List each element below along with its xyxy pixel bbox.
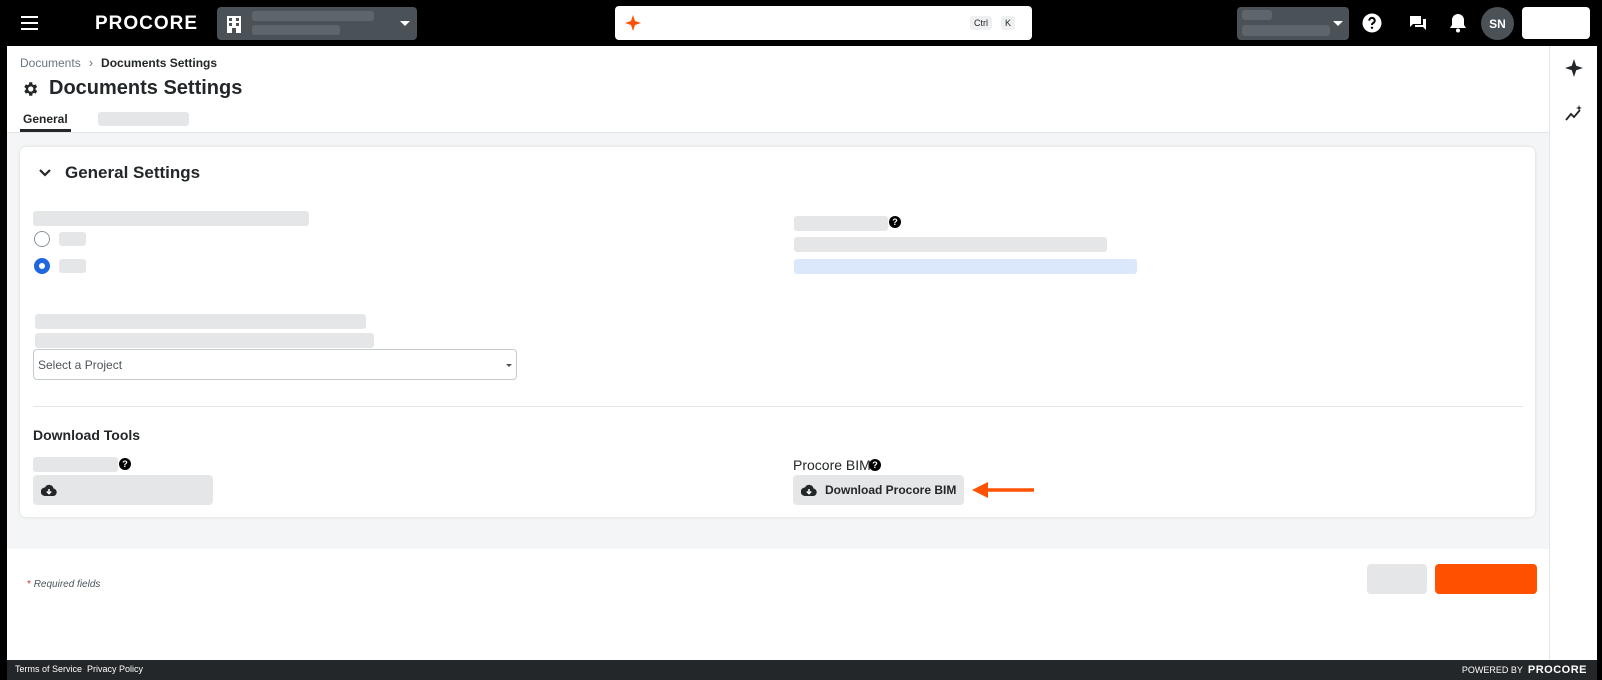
radio-option-1-label (59, 232, 86, 246)
company-picker[interactable] (1237, 7, 1349, 40)
general-settings-toggle[interactable]: General Settings (39, 163, 200, 183)
save-button[interactable] (1435, 564, 1537, 594)
cancel-button[interactable] (1367, 564, 1427, 594)
help-icon[interactable]: ? (889, 216, 901, 228)
app-frame: PROCORE Ctrl K SN Documents › Documents … (7, 0, 1597, 680)
building-icon (227, 16, 241, 33)
sparkle-icon (625, 15, 641, 31)
annotation-arrow-icon (972, 482, 1034, 498)
page-title-row: Documents Settings (21, 77, 242, 100)
chevron-down-icon (39, 169, 51, 177)
help-icon[interactable] (1360, 11, 1384, 35)
project-picker-line-2 (252, 25, 340, 35)
bottom-bar: Terms of Service Privacy Policy POWERED … (7, 660, 1597, 680)
breadcrumb-documents-link[interactable]: Documents (20, 56, 81, 70)
section-divider (33, 406, 1523, 407)
procore-logo[interactable]: PROCORE (95, 13, 198, 35)
user-avatar[interactable]: SN (1481, 7, 1514, 40)
radio-option-1[interactable] (34, 231, 50, 247)
chevron-down-icon (400, 21, 410, 26)
form-footer: * Required fields (7, 549, 1549, 660)
privacy-policy-link[interactable]: Privacy Policy (87, 664, 143, 674)
top-navigation-bar: PROCORE Ctrl K SN (7, 0, 1597, 46)
breadcrumb-current: Documents Settings (101, 55, 218, 70)
project-select[interactable]: Select a Project (33, 349, 517, 380)
download-procore-bim-label: Download Procore BIM (825, 483, 957, 497)
menu-icon[interactable] (21, 12, 43, 34)
powered-by: POWERED BY PROCORE (1462, 664, 1587, 676)
chevron-right-icon: › (88, 55, 94, 70)
download-tools-title: Download Tools (33, 427, 141, 443)
project-picker[interactable] (217, 7, 417, 40)
tab-second[interactable] (98, 112, 189, 126)
download-procore-bim-button[interactable]: Download Procore BIM (793, 475, 964, 505)
radio-group-label (33, 211, 309, 226)
project-select-description (35, 333, 374, 348)
company-picker-line-2 (1242, 25, 1330, 36)
radio-option-2-label (59, 259, 86, 273)
account-menu-button[interactable] (1522, 7, 1590, 39)
download-tool-label (33, 457, 118, 472)
setting-label (794, 216, 888, 231)
radio-option-2[interactable] (34, 258, 50, 274)
legal-links: Terms of Service Privacy Policy (15, 664, 143, 674)
page-title: Documents Settings (49, 77, 243, 99)
help-icon[interactable]: ? (119, 458, 131, 470)
project-select-label (35, 314, 366, 329)
general-settings-card: General Settings ? Select a Project Down… (20, 147, 1535, 517)
chevron-down-icon (506, 364, 512, 367)
help-icon[interactable]: ? (869, 459, 881, 471)
gear-icon (24, 81, 38, 96)
procore-bim-label-text: Procore BIM (793, 457, 871, 473)
project-picker-line-1 (252, 11, 374, 21)
ai-insights-icon[interactable] (1564, 104, 1584, 124)
terms-of-service-link[interactable]: Terms of Service (15, 664, 82, 674)
chevron-down-icon (1333, 21, 1343, 26)
procore-brand: PROCORE (1527, 664, 1587, 676)
kbd-ctrl: Ctrl (970, 16, 992, 30)
required-fields-text: Required fields (33, 579, 101, 590)
main-content: Documents › Documents Settings Documents… (7, 46, 1549, 660)
powered-by-text: POWERED BY (1461, 665, 1523, 675)
page-header: Documents › Documents Settings Documents… (7, 46, 1549, 133)
right-rail (1549, 46, 1597, 660)
setting-description (794, 237, 1107, 252)
cloud-download-icon (41, 484, 57, 496)
company-picker-line-1 (1242, 10, 1272, 20)
required-star: * (27, 579, 31, 590)
sparkle-icon[interactable] (1564, 58, 1584, 78)
general-settings-title: General Settings (65, 163, 201, 182)
kbd-k: K (1001, 16, 1016, 30)
setting-link[interactable] (794, 259, 1137, 274)
chat-icon[interactable] (1406, 11, 1430, 35)
procore-bim-label: Procore BIM (793, 457, 871, 473)
cloud-download-icon (801, 484, 817, 496)
global-search[interactable]: Ctrl K (615, 6, 1032, 40)
required-fields-note: * Required fields (27, 579, 100, 590)
notifications-bell-icon[interactable] (1446, 11, 1470, 35)
download-tool-button[interactable] (33, 475, 213, 505)
breadcrumb: Documents › Documents Settings (20, 55, 217, 70)
project-select-placeholder: Select a Project (38, 358, 123, 372)
tab-general[interactable]: General (20, 112, 71, 132)
